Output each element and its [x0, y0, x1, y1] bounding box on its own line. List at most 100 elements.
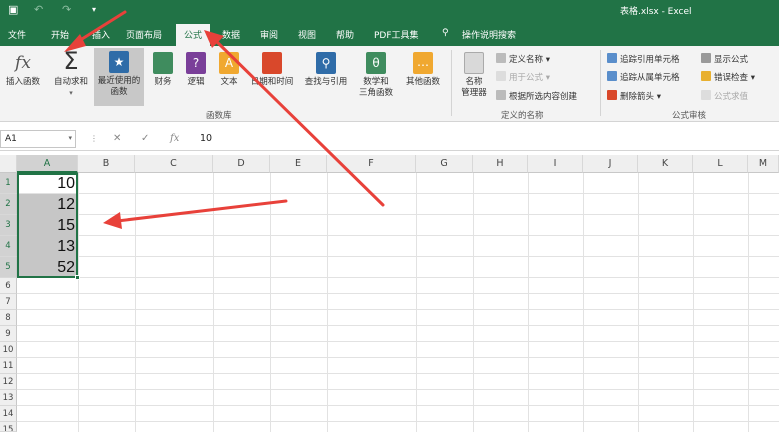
autosum-button[interactable]: Σ 自动求和 ▾ [48, 49, 94, 99]
question-icon: ? [186, 52, 206, 74]
ribbon: fx 插入函数 Σ 自动求和 ▾ ★ 最近使用的 函数 财务 ? 逻辑 A 文本… [0, 46, 779, 122]
tab-help[interactable]: 帮助 [336, 28, 354, 41]
show-formulas-button[interactable]: 显示公式 [701, 53, 748, 65]
text-button[interactable]: A 文本 [214, 52, 244, 88]
row-header[interactable]: 2 [0, 194, 17, 215]
defined-names-group-label: 定义的名称 [501, 111, 544, 121]
column-header[interactable]: G [416, 155, 473, 173]
column-header[interactable]: E [270, 155, 327, 173]
error-checking-icon [701, 71, 711, 81]
gridline [17, 277, 779, 278]
use-in-formula-button[interactable]: 用于公式 ▾ [496, 71, 550, 83]
math-trig-button[interactable]: θ 数学和 三角函数 [352, 52, 400, 99]
gridline [213, 173, 214, 432]
financial-button[interactable]: 财务 [148, 52, 178, 88]
datetime-button[interactable]: 日期和时间 [244, 52, 300, 88]
remove-arrows-icon [607, 90, 617, 100]
column-header[interactable]: H [473, 155, 528, 173]
row-header[interactable]: 1 [0, 173, 17, 194]
tab-formulas[interactable]: 公式 [176, 24, 211, 46]
trace-precedents-button[interactable]: 追踪引用单元格 [607, 53, 680, 65]
enter-icon[interactable]: ✓ [141, 133, 149, 144]
column-header[interactable]: B [78, 155, 135, 173]
create-from-selection-button[interactable]: 根据所选内容创建 [496, 90, 577, 102]
row-header[interactable]: 4 [0, 236, 17, 257]
column-header[interactable]: L [693, 155, 748, 173]
row-header[interactable]: 3 [0, 215, 17, 236]
column-header[interactable]: I [528, 155, 583, 173]
tab-file[interactable]: 文件 [8, 28, 26, 41]
gridline [327, 173, 328, 432]
column-header[interactable]: D [213, 155, 270, 173]
select-all-corner[interactable] [0, 155, 17, 173]
tab-pdf-tools[interactable]: PDF工具集 [374, 28, 419, 41]
gridline [17, 325, 779, 326]
tag-icon [496, 53, 506, 63]
row-header[interactable]: 9 [0, 326, 17, 342]
save-icon[interactable]: ▣ [8, 3, 18, 16]
tab-insert[interactable]: 插入 [92, 28, 110, 41]
row-header[interactable]: 14 [0, 406, 17, 422]
row-header[interactable]: 5 [0, 257, 17, 278]
column-header[interactable]: C [135, 155, 213, 173]
customize-icon[interactable]: ▾ [92, 5, 96, 14]
logical-button[interactable]: ? 逻辑 [182, 52, 210, 88]
tab-home[interactable]: 开始 [51, 28, 69, 41]
gridline [17, 235, 779, 236]
formula-input[interactable]: 10 [200, 133, 212, 144]
fill-handle[interactable] [75, 275, 80, 280]
tab-page-layout[interactable]: 页面布局 [126, 28, 162, 41]
worksheet-grid[interactable]: A B C D E F G H I J K L M 1 2 3 4 5 6 7 … [0, 155, 779, 432]
row-header[interactable]: 8 [0, 310, 17, 326]
lightbulb-icon: ⚲ [442, 28, 449, 38]
gridline [416, 173, 417, 432]
column-header[interactable]: K [638, 155, 693, 173]
column-header[interactable]: M [748, 155, 779, 173]
title-bar: ▣ ↶ ↷ ▾ 表格.xlsx - Excel [0, 0, 779, 22]
row-header[interactable]: 6 [0, 278, 17, 294]
error-checking-button[interactable]: 错误检查 ▾ [701, 71, 755, 83]
row-header[interactable]: 15 [0, 422, 17, 432]
tab-review[interactable]: 审阅 [260, 28, 278, 41]
gridline [17, 421, 779, 422]
remove-arrows-button[interactable]: 删除箭头 ▾ [607, 90, 661, 102]
gridline [17, 193, 779, 194]
trace-dependents-icon [607, 71, 617, 81]
tab-view[interactable]: 视图 [298, 28, 316, 41]
evaluate-formula-button[interactable]: 公式求值 [701, 90, 748, 102]
column-header[interactable]: J [583, 155, 638, 173]
tell-me-search[interactable]: 操作说明搜索 [462, 28, 516, 41]
chevron-down-icon[interactable]: ▾ [68, 134, 72, 142]
clock-icon [262, 52, 282, 74]
name-box[interactable]: A1 ▾ [0, 130, 76, 148]
row-header[interactable]: 12 [0, 374, 17, 390]
insert-function-button[interactable]: fx 插入函数 [2, 52, 44, 88]
redo-icon[interactable]: ↷ [62, 3, 71, 16]
column-header[interactable]: A [17, 155, 78, 173]
gridline [638, 173, 639, 432]
show-formulas-icon [701, 53, 711, 63]
row-header[interactable]: 13 [0, 390, 17, 406]
column-header[interactable]: F [327, 155, 416, 173]
row-header[interactable]: 10 [0, 342, 17, 358]
lookup-button[interactable]: ⚲ 查找与引用 [300, 52, 352, 88]
recently-used-button[interactable]: ★ 最近使用的 函数 [94, 48, 144, 106]
undo-icon[interactable]: ↶ [34, 3, 43, 16]
formula-auditing-group-label: 公式审核 [672, 111, 707, 121]
gridline [17, 341, 779, 342]
insert-function-icon[interactable]: fx [170, 133, 179, 144]
more-functions-button[interactable]: … 其他函数 [400, 52, 446, 88]
trace-dependents-button[interactable]: 追踪从属单元格 [607, 71, 680, 83]
tab-data[interactable]: 数据 [222, 28, 240, 41]
gridline [17, 309, 779, 310]
row-header[interactable]: 7 [0, 294, 17, 310]
cancel-icon[interactable]: ✕ [113, 133, 121, 144]
more-functions-icon: … [413, 52, 433, 74]
define-name-button[interactable]: 定义名称 ▾ [496, 53, 550, 65]
trace-precedents-icon [607, 53, 617, 63]
name-manager-button[interactable]: 名称 管理器 [456, 52, 492, 99]
row-header[interactable]: 11 [0, 358, 17, 374]
gridline [17, 389, 779, 390]
formula-icon [496, 71, 506, 81]
sigma-icon: Σ [63, 47, 79, 75]
